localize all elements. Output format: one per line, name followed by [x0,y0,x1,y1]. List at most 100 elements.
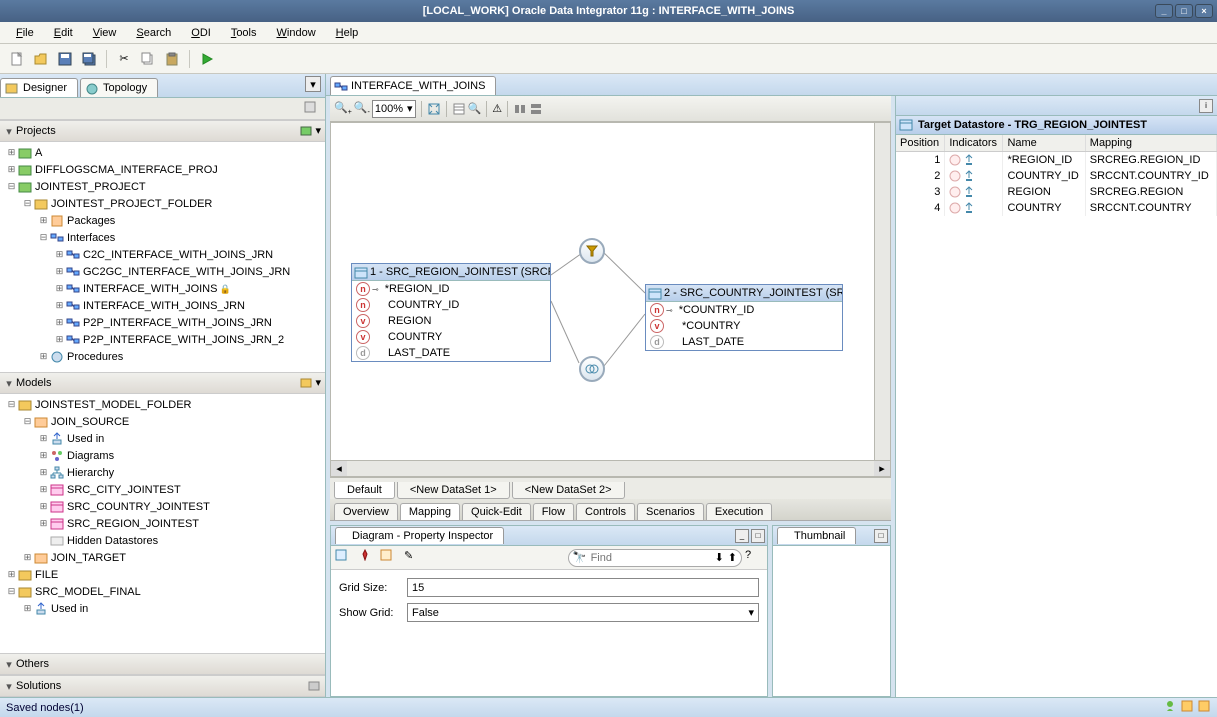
source-datastore-2[interactable]: 2 - SRC_COUNTRY_JOINTEST (SR n⊸*COUNTRY_… [645,284,843,351]
tree-item[interactable]: ⊞C2C_INTERFACE_WITH_JOINS_JRN [0,246,325,263]
tab-topology[interactable]: Topology [80,78,158,97]
tab-designer[interactable]: Designer [0,78,78,97]
view-tab-execution[interactable]: Execution [706,503,772,520]
tree-item[interactable]: ⊞Packages [0,212,325,229]
target-col-header[interactable]: Indicators [945,135,1003,152]
target-mapping-table[interactable]: PositionIndicatorsNameMapping 1*REGION_I… [896,135,1217,216]
view-tab-scenarios[interactable]: Scenarios [637,503,704,520]
tree-item[interactable]: ⊟JOINTEST_PROJECT [0,178,325,195]
models-new-icon[interactable] [299,376,313,390]
source-datastore-1[interactable]: 1 - SRC_REGION_JOINTEST (SRCR n⊸*REGION_… [351,263,551,362]
tree-item[interactable]: ⊟Interfaces [0,229,325,246]
tree-item[interactable]: ⊞Hierarchy [0,464,325,481]
tree-item[interactable]: ⊞INTERFACE_WITH_JOINS_JRN [0,297,325,314]
window-maximize-button[interactable]: □ [1175,4,1193,18]
menu-tools[interactable]: Tools [223,25,265,41]
models-header[interactable]: ▾ Models ▾ [0,372,325,394]
paste-button[interactable] [161,48,183,70]
menu-file[interactable]: File [8,25,42,41]
column-row[interactable]: n⊸*COUNTRY_ID [646,302,842,318]
inspector-btn-3[interactable] [380,549,398,567]
inspector-pin-icon[interactable] [359,549,377,567]
tree-item[interactable]: ⊞Diagrams [0,447,325,464]
tree-item[interactable]: ⊞P2P_INTERFACE_WITH_JOINS_JRN [0,314,325,331]
tree-item[interactable]: ⊟JOINTEST_PROJECT_FOLDER [0,195,325,212]
tree-item[interactable]: Hidden Datastores [0,532,325,549]
dataset-tab[interactable]: Default [334,482,395,499]
tree-item[interactable]: ⊞GC2GC_INTERFACE_WITH_JOINS_JRN [0,263,325,280]
mapping-diagram[interactable]: 1 - SRC_REGION_JOINTEST (SRCR n⊸*REGION_… [330,122,875,461]
inspector-minimize-icon[interactable]: _ [735,529,749,543]
solutions-icon[interactable] [307,679,321,693]
tree-item[interactable]: ⊞INTERFACE_WITH_JOINS [0,280,325,297]
join-node[interactable] [579,356,605,382]
view-tab-quick-edit[interactable]: Quick-Edit [462,503,531,520]
target-col-header[interactable]: Position [896,135,945,152]
find-prev-icon[interactable]: ⬇ [715,551,724,564]
column-row[interactable]: nCOUNTRY_ID [352,297,550,313]
tree-item[interactable]: ⊞FILE [0,566,325,583]
tree-item[interactable]: ⊞SRC_REGION_JOINTEST [0,515,325,532]
projects-new-icon[interactable] [299,124,313,138]
zoom-in-icon[interactable]: 🔍+ [334,101,352,116]
zoom-out-icon[interactable]: 🔍- [354,101,370,116]
navigator-tab-menu[interactable]: ▾ [305,76,321,92]
tree-item[interactable]: ⊟JOINSTEST_MODEL_FOLDER [0,396,325,413]
tree-item[interactable]: ⊞SRC_CITY_JOINTEST [0,481,325,498]
tree-item[interactable]: ⊞Procedures [0,348,325,365]
projects-tree[interactable]: ⊞A⊞DIFFLOGSCMA_INTERFACE_PROJ⊟JOINTEST_P… [0,142,325,372]
open-button[interactable] [30,48,52,70]
show-grid-field[interactable]: False▾ [407,603,759,622]
property-inspector-tab[interactable]: Diagram - Property Inspector [335,527,504,544]
diagram-hscrollbar[interactable]: ◂▸ [330,461,891,477]
fit-icon[interactable] [427,102,441,116]
zoom-select[interactable]: 100%▾ [372,100,416,118]
column-row[interactable]: vCOUNTRY [352,329,550,345]
filter-node[interactable] [579,238,605,264]
copy-button[interactable] [137,48,159,70]
models-tree[interactable]: ⊟JOINSTEST_MODEL_FOLDER⊟JOIN_SOURCE⊞Used… [0,394,325,653]
inspector-help-icon[interactable]: ? [745,549,763,567]
inspector-find-input[interactable] [591,552,711,564]
target-row[interactable]: 2COUNTRY_IDSRCCNT.COUNTRY_ID [896,168,1217,184]
view-tab-mapping[interactable]: Mapping [400,503,460,520]
thumbnail-maximize-icon[interactable]: □ [874,529,888,543]
tree-item[interactable]: ⊞P2P_INTERFACE_WITH_JOINS_JRN_2 [0,331,325,348]
view-tab-controls[interactable]: Controls [576,503,635,520]
inspector-edit-icon[interactable]: ✎ [404,549,422,567]
save-button[interactable] [54,48,76,70]
diagram-vscrollbar[interactable] [875,122,891,461]
window-close-button[interactable]: × [1195,4,1213,18]
target-row[interactable]: 4COUNTRYSRCCNT.COUNTRY [896,200,1217,216]
grid-size-field[interactable]: 15 [407,578,759,597]
target-col-header[interactable]: Name [1003,135,1085,152]
target-col-header[interactable]: Mapping [1085,135,1216,152]
solutions-header[interactable]: ▾Solutions [0,675,325,697]
tree-item[interactable]: ⊟SRC_MODEL_FINAL [0,583,325,600]
save-all-button[interactable] [78,48,100,70]
inspector-btn-1[interactable] [335,549,353,567]
tree-item[interactable]: ⊞Used in [0,600,325,617]
projects-header[interactable]: ▾ Projects ▾ [0,120,325,142]
menu-edit[interactable]: Edit [46,25,81,41]
column-row[interactable]: vREGION [352,313,550,329]
column-row[interactable]: n⊸*REGION_ID [352,281,550,297]
tree-item[interactable]: ⊞JOIN_TARGET [0,549,325,566]
inspector-maximize-icon[interactable]: □ [751,529,765,543]
dataset-tab[interactable]: <New DataSet 1> [397,482,510,499]
target-row[interactable]: 1*REGION_IDSRCREG.REGION_ID [896,152,1217,169]
warning-icon[interactable]: ⚠ [492,102,502,115]
new-button[interactable] [6,48,28,70]
column-row[interactable]: v*COUNTRY [646,318,842,334]
target-info-icon[interactable]: i [1199,99,1213,113]
tree-item[interactable]: ⊞DIFFLOGSCMA_INTERFACE_PROJ [0,161,325,178]
menu-view[interactable]: View [85,25,125,41]
models-menu-icon[interactable]: ▾ [315,376,321,390]
thumbnail-tab[interactable]: Thumbnail [777,527,856,544]
column-row[interactable]: dLAST_DATE [352,345,550,361]
editor-tab-interface[interactable]: INTERFACE_WITH_JOINS [330,76,496,95]
dataset-tab[interactable]: <New DataSet 2> [512,482,625,499]
search-icon[interactable]: 🔍 [468,102,482,115]
menu-window[interactable]: Window [269,25,324,41]
window-minimize-button[interactable]: _ [1155,4,1173,18]
